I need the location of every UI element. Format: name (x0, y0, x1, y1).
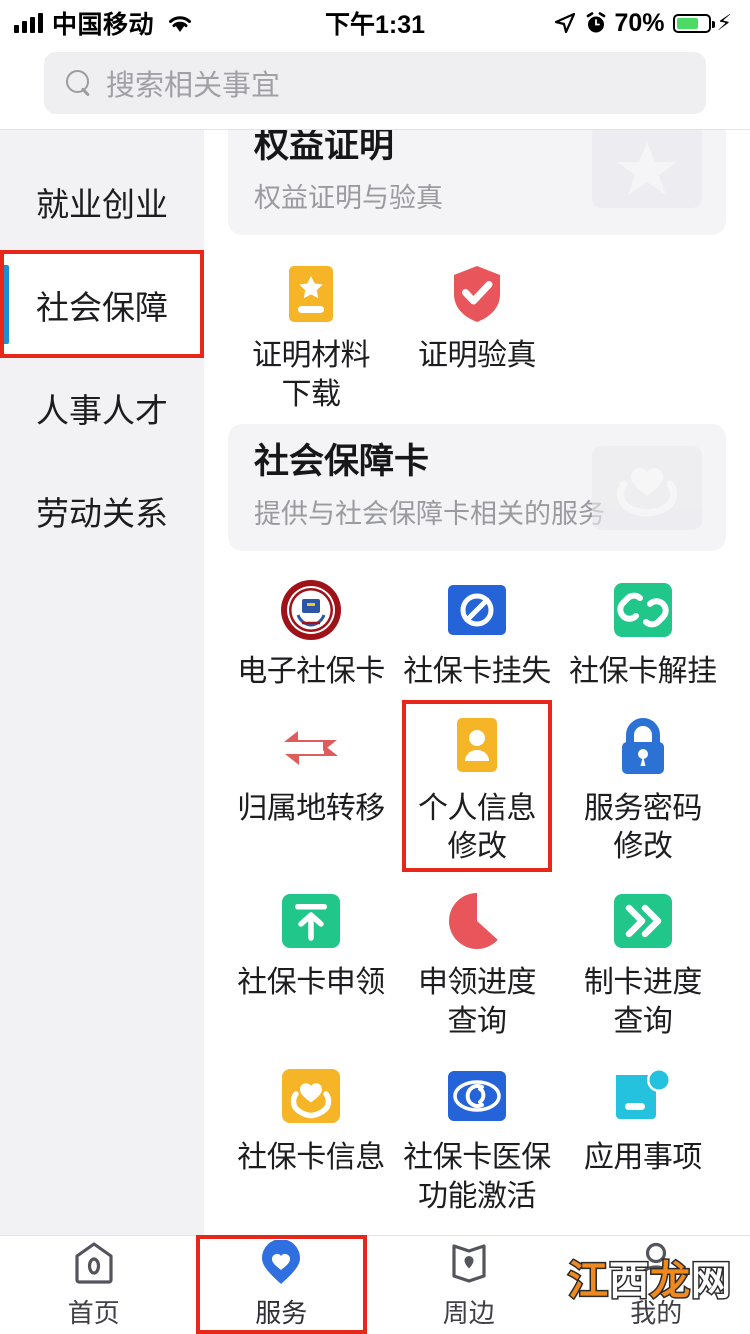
social-security-card-emblem-icon (280, 579, 342, 641)
service-item-label: 社保卡医保 功能激活 (403, 1141, 551, 1213)
sidebar-item-3[interactable]: 劳动关系 (0, 459, 204, 562)
service-item-label: 电子社保卡 (237, 655, 385, 689)
service-item-社保卡申领[interactable]: 社保卡申领 (228, 876, 394, 1051)
section-header-card-0: 权益证明 权益证明与验真 (228, 130, 726, 236)
home-icon (71, 1240, 117, 1286)
sidebar-item-label: 就业创业 (36, 185, 168, 223)
service-item-label: 证明材料 下载 (251, 339, 371, 411)
wifi-icon (167, 13, 193, 33)
tab-label: 服务 (255, 1298, 308, 1328)
service-item-证明材料下载[interactable]: 证明材料 下载 (228, 249, 394, 424)
bottom-tab-bar[interactable]: 首页 服务 周边 我的 江西龙网 (0, 1235, 750, 1334)
search-input[interactable]: 搜索相关事宜 (44, 52, 706, 114)
service-item-label: 证明验真 (417, 339, 537, 373)
service-item-电子社保卡[interactable]: 电子社保卡 (228, 565, 394, 701)
service-item-label: 应用事项 (583, 1141, 703, 1175)
service-item-服务密码修改[interactable]: 服务密码 修改 (560, 702, 726, 877)
id-card-person-icon (446, 716, 508, 778)
service-item-label: 社保卡挂失 (403, 655, 551, 689)
service-grid-1[interactable]: 电子社保卡 社保卡挂失 社保卡解挂 归属地转移 个人信息 修改 服务密码 修改 … (228, 565, 726, 1226)
service-item-申领进度查询[interactable]: 申领进度 查询 (394, 876, 560, 1051)
service-item-社保卡解挂[interactable]: 社保卡解挂 (560, 565, 726, 701)
prohibition-icon (446, 579, 508, 641)
page-body: 就业创业 社会保障 人事人才 劳动关系 权益证明 权益证明与验真 证明材料 下载… (0, 129, 750, 1235)
service-item-社保卡信息[interactable]: 社保卡信息 (228, 1051, 394, 1226)
tab-服务[interactable]: 服务 (188, 1235, 376, 1334)
map-pin-icon (446, 1240, 492, 1286)
battery-percent-label: 70% (614, 8, 665, 37)
heart-pin-icon (258, 1240, 304, 1286)
sidebar-item-0[interactable]: 就业创业 (0, 150, 204, 253)
service-item-证明验真[interactable]: 证明验真 (394, 249, 560, 424)
sidebar-item-label: 社会保障 (36, 288, 168, 326)
tab-label: 首页 (67, 1298, 120, 1328)
tab-周边[interactable]: 周边 (375, 1236, 563, 1334)
service-item-label: 申领进度 查询 (417, 966, 537, 1038)
charging-bolt-icon: ⚡ (716, 10, 732, 35)
service-item-spacer (560, 249, 726, 424)
search-placeholder: 搜索相关事宜 (106, 70, 281, 102)
service-list[interactable]: 权益证明 权益证明与验真 证明材料 下载 证明验真 社会保障卡 提供与社会保障卡… (204, 130, 750, 1235)
person-icon (633, 1240, 679, 1286)
status-right: 70% ⚡ (553, 8, 732, 38)
service-item-label: 归属地转移 (237, 791, 385, 825)
tab-我的[interactable]: 我的 (563, 1236, 750, 1334)
service-item-label: 服务密码 修改 (583, 791, 703, 864)
two-way-arrows-icon (280, 716, 342, 778)
si-logo-icon (446, 1065, 508, 1127)
location-arrow-icon (553, 11, 577, 35)
status-left: 中国移动 (14, 5, 193, 41)
sidebar-item-label: 人事人才 (36, 391, 168, 429)
signal-bars-icon (14, 13, 43, 33)
service-item-label: 制卡进度 查询 (583, 966, 703, 1038)
pie-progress-icon (446, 890, 508, 952)
sidebar-item-2[interactable]: 人事人才 (0, 356, 204, 459)
sidebar-item-label: 劳动关系 (36, 494, 168, 532)
section-header-card-1: 社会保障卡 提供与社会保障卡相关的服务 (228, 424, 726, 552)
service-item-社保卡医保功能激活[interactable]: 社保卡医保 功能激活 (394, 1051, 560, 1226)
shield-check-icon (446, 263, 508, 325)
double-chevron-icon (612, 890, 674, 952)
service-item-应用事项[interactable]: 应用事项 (560, 1051, 726, 1226)
broken-link-icon (612, 579, 674, 641)
padlock-icon (612, 716, 674, 778)
heart-hands-icon (280, 1065, 342, 1127)
tab-首页[interactable]: 首页 (0, 1236, 188, 1334)
service-grid-0[interactable]: 证明材料 下载 证明验真 (228, 249, 726, 424)
category-sidebar[interactable]: 就业创业 社会保障 人事人才 劳动关系 (0, 130, 204, 1235)
upload-arrow-icon (280, 890, 342, 952)
tab-label: 周边 (442, 1298, 495, 1328)
search-icon (66, 70, 92, 96)
alarm-clock-icon (585, 12, 607, 34)
service-item-label: 社保卡信息 (237, 1141, 385, 1175)
tab-label: 我的 (630, 1298, 683, 1328)
service-item-个人信息修改[interactable]: 个人信息 修改 (394, 699, 560, 877)
battery-icon (672, 13, 715, 33)
sidebar-item-1[interactable]: 社会保障 (0, 250, 204, 358)
heart-hands-watermark-icon (592, 445, 702, 530)
carrier-label: 中国移动 (52, 11, 155, 39)
certificate-star-icon (280, 263, 342, 325)
service-item-制卡进度查询[interactable]: 制卡进度 查询 (560, 876, 726, 1051)
star-watermark-icon (592, 130, 702, 208)
app-card-icon (612, 1065, 674, 1127)
search-bar[interactable]: 搜索相关事宜 (0, 46, 750, 128)
service-item-社保卡挂失[interactable]: 社保卡挂失 (394, 565, 560, 701)
service-item-label: 个人信息 修改 (417, 791, 537, 864)
service-item-归属地转移[interactable]: 归属地转移 (228, 702, 394, 877)
status-bar: 中国移动 下午1:31 70% ⚡ (0, 0, 750, 46)
service-item-label: 社保卡解挂 (569, 655, 717, 689)
service-item-label: 社保卡申领 (237, 966, 385, 1000)
